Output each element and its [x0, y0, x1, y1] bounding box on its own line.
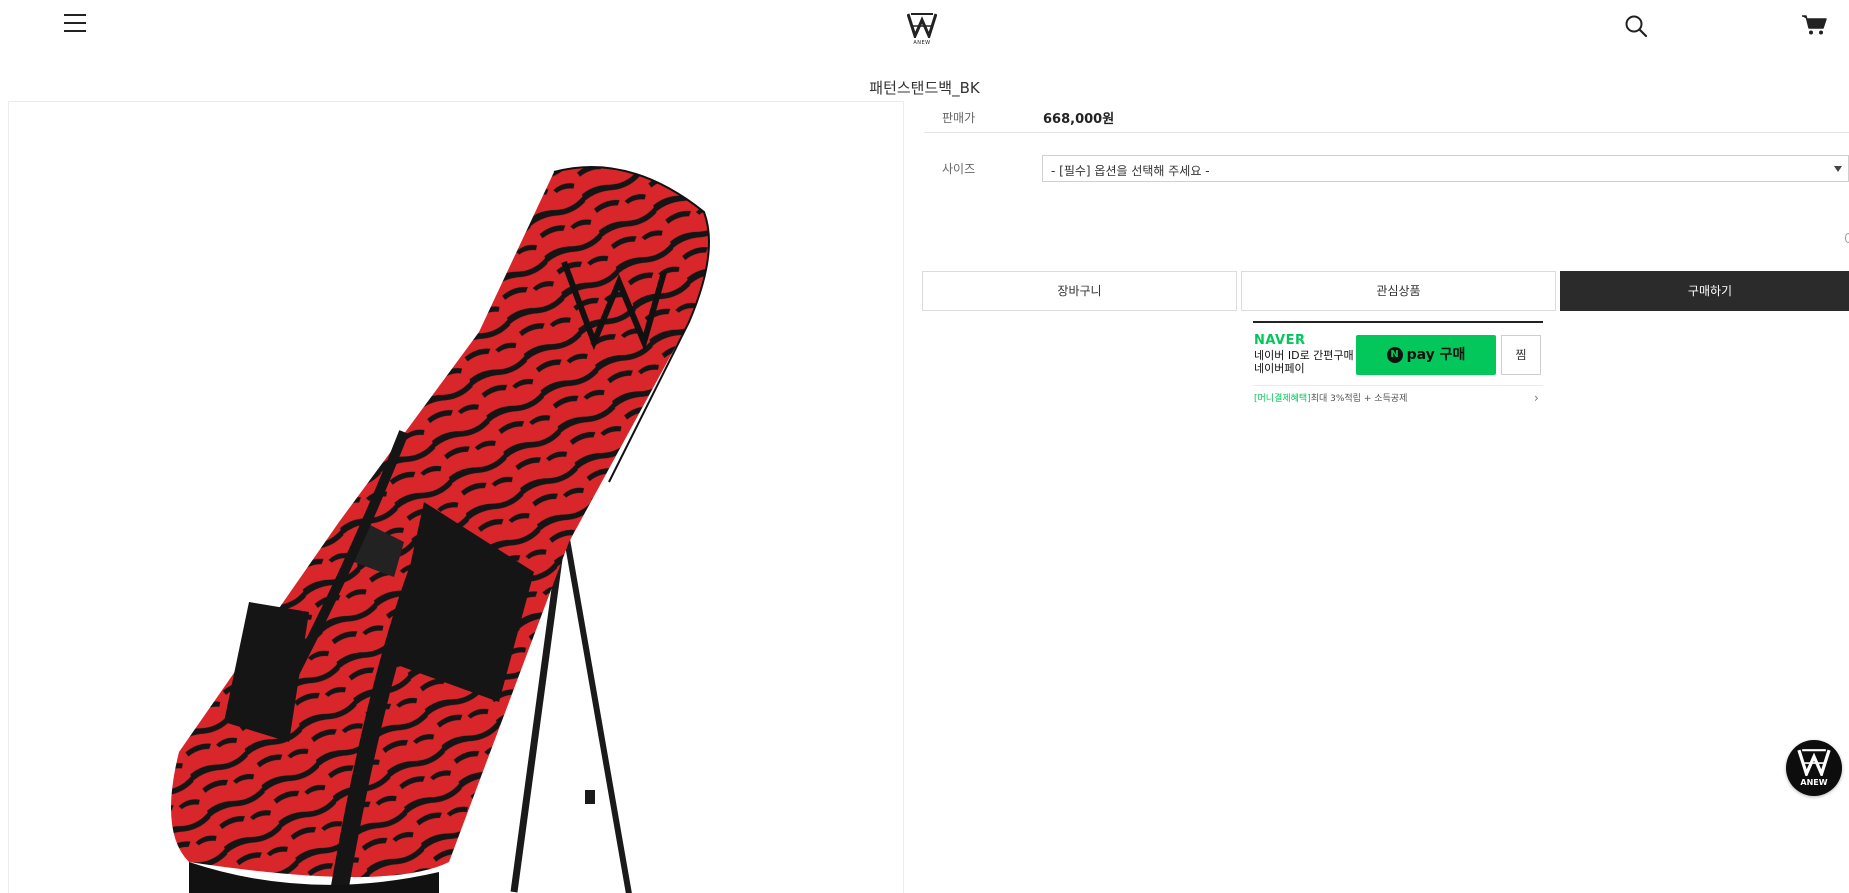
naverpay-desc-line1: 네이버 ID로 간편구매 — [1254, 349, 1354, 362]
hamburger-menu-icon[interactable] — [64, 14, 86, 32]
wishlist-button[interactable]: 관심상품 — [1241, 271, 1556, 311]
partial-radio-icon — [1845, 233, 1849, 243]
naverpay-zzim-button[interactable]: 찜 — [1501, 335, 1541, 375]
naver-brand-label: NAVER — [1254, 333, 1306, 348]
naverpay-divider — [1253, 385, 1543, 386]
naverpay-benefit-link[interactable]: [머니결제혜택]최대 3%적립 + 소득공제 — [1254, 391, 1407, 404]
naverpay-section-divider — [1253, 321, 1543, 323]
search-icon[interactable] — [1624, 14, 1648, 38]
price-value: 668,000원 — [1043, 112, 1115, 127]
floating-logo-text: ANEW — [1800, 778, 1828, 787]
buy-now-button[interactable]: 구매하기 — [1560, 271, 1849, 311]
cart-icon[interactable] — [1801, 14, 1827, 36]
brand-logo[interactable]: ANEW — [905, 12, 939, 48]
size-select-value: - [필수] 옵션을 선택해 주세요 - — [1051, 164, 1210, 178]
golf-bag-illustration — [171, 166, 710, 893]
size-label: 사이즈 — [942, 162, 976, 176]
add-to-cart-button[interactable]: 장바구니 — [922, 271, 1237, 311]
anew-logo-mark-icon — [1797, 749, 1831, 779]
anew-logo-mark — [906, 13, 938, 41]
page-title: 패턴스탠드백_BK — [869, 79, 980, 97]
chevron-right-icon[interactable]: › — [1534, 391, 1539, 405]
naverpay-buy-label: pay 구매 — [1406, 347, 1466, 363]
naverpay-benefit-highlight: [머니결제혜택] — [1254, 394, 1311, 404]
product-image[interactable] — [8, 101, 904, 893]
naverpay-n-icon: N — [1386, 347, 1403, 363]
size-select[interactable]: - [필수] 옵션을 선택해 주세요 - — [1042, 155, 1849, 182]
naverpay-description: 네이버 ID로 간편구매 네이버페이 — [1254, 349, 1354, 375]
floating-brand-button[interactable]: ANEW — [1786, 740, 1842, 796]
chevron-down-icon — [1834, 166, 1842, 172]
logo-text: ANEW — [913, 40, 931, 46]
naverpay-buy-button[interactable]: Npay 구매 — [1356, 335, 1496, 375]
naverpay-benefit-text: 최대 3%적립 + 소득공제 — [1310, 394, 1408, 404]
price-label: 판매가 — [942, 111, 976, 125]
naverpay-desc-line2: 네이버페이 — [1254, 362, 1305, 375]
